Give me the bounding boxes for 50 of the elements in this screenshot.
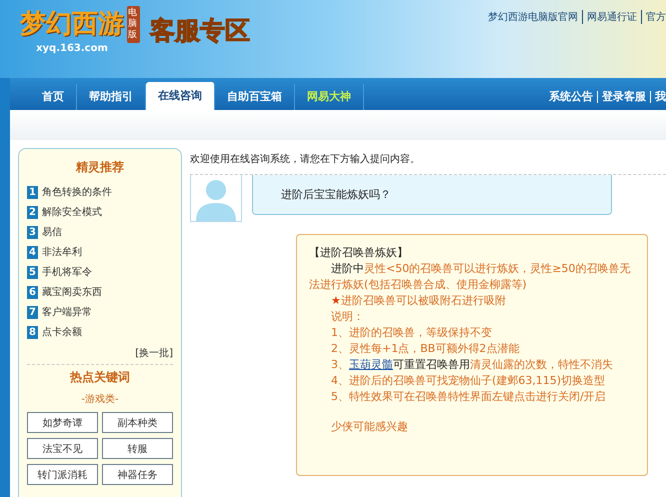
keyword-button[interactable]: 转服 [102, 438, 173, 459]
top-link[interactable]: 网易通行证 [582, 10, 637, 24]
section-title: 精灵推荐 [74, 159, 125, 176]
logo-url: xyq.163.com [35, 43, 109, 54]
number-badge: 5 [27, 266, 38, 278]
number-badge: 6 [27, 286, 38, 298]
category-label: -游戏类- [80, 392, 120, 406]
number-badge: 3 [27, 226, 38, 238]
answer-text: 5、特性效果可在召唤兽特性界面左键点击进行关闭/开启 [330, 389, 607, 405]
answer-text: 3、玉葫灵髓可重置召唤兽用清灵仙露的次数，特性不消失 [330, 357, 614, 373]
keyword-button[interactable]: 副本种类 [102, 412, 173, 433]
answer-text: 说明： [330, 309, 365, 325]
keyword-button[interactable]: 法宝不见 [27, 438, 98, 459]
number-badge: 4 [27, 246, 38, 258]
recommend-link[interactable]: 手机将军令 [42, 265, 92, 279]
nav-link[interactable]: 登录客服 [597, 91, 646, 103]
recommend-link[interactable]: 易信 [42, 225, 62, 239]
refresh-link[interactable]: [换一批] [135, 348, 173, 359]
number-badge: 2 [27, 206, 38, 218]
answer-text: 1、进阶的召唤兽，等级保持不变 [330, 325, 493, 341]
recommend-link[interactable]: 客户端异常 [42, 305, 92, 319]
answer-text: 少侠可能感兴趣 [331, 420, 408, 433]
nav-tab[interactable]: 在线咨询 [146, 82, 215, 110]
recommend-link[interactable]: 藏宝阁卖东西 [42, 285, 102, 299]
logo-badge: 电脑版 [127, 6, 140, 43]
number-badge: 1 [27, 186, 38, 198]
top-link[interactable]: 官方 [641, 10, 666, 24]
recommend-link[interactable]: 点卡余额 [42, 325, 82, 339]
answer-text: 2、灵性每+1点，BB可额外得2点潜能 [330, 341, 520, 357]
nav-link[interactable]: 我 [650, 91, 666, 103]
answer-link[interactable]: 玉葫灵髓 [349, 358, 393, 371]
recommend-link[interactable]: 解除安全模式 [42, 205, 102, 219]
top-link[interactable]: 梦幻西游电脑版官网 [488, 10, 578, 24]
keyword-button[interactable]: 转门派消耗 [27, 464, 98, 485]
answer-text: ★进阶召唤兽可以被吸附石进行吸附 [330, 293, 507, 309]
number-badge: 7 [27, 306, 38, 318]
logo-text: 梦幻西游 [20, 8, 124, 41]
nav-link[interactable]: 系统公告 [549, 84, 593, 110]
number-badge: 8 [27, 326, 38, 338]
question-text: 进阶后宝宝能炼妖吗？ [281, 187, 391, 202]
answer-text: 4、进阶后的召唤兽可找宠物仙子(建邺63,115)切换造型 [330, 373, 606, 389]
page-title: 客服专区 [150, 15, 250, 47]
recommend-link[interactable]: 非法牟利 [42, 245, 82, 259]
avatar-silhouette-icon [190, 175, 242, 222]
answer-text: 【进阶召唤兽炼妖】 [309, 245, 409, 261]
keyword-button[interactable]: 如梦奇谭 [27, 412, 98, 433]
keyword-button[interactable]: 神器任务 [102, 464, 173, 485]
section-title: 热点关键词 [68, 369, 131, 386]
answer-text: 进阶中灵性<50的召唤兽可以进行炼妖，灵性≥50的召唤兽无法进行炼妖(包括召唤兽合成、使用金柳露等) [309, 261, 632, 293]
recommend-link[interactable]: 角色转换的条件 [42, 185, 112, 199]
